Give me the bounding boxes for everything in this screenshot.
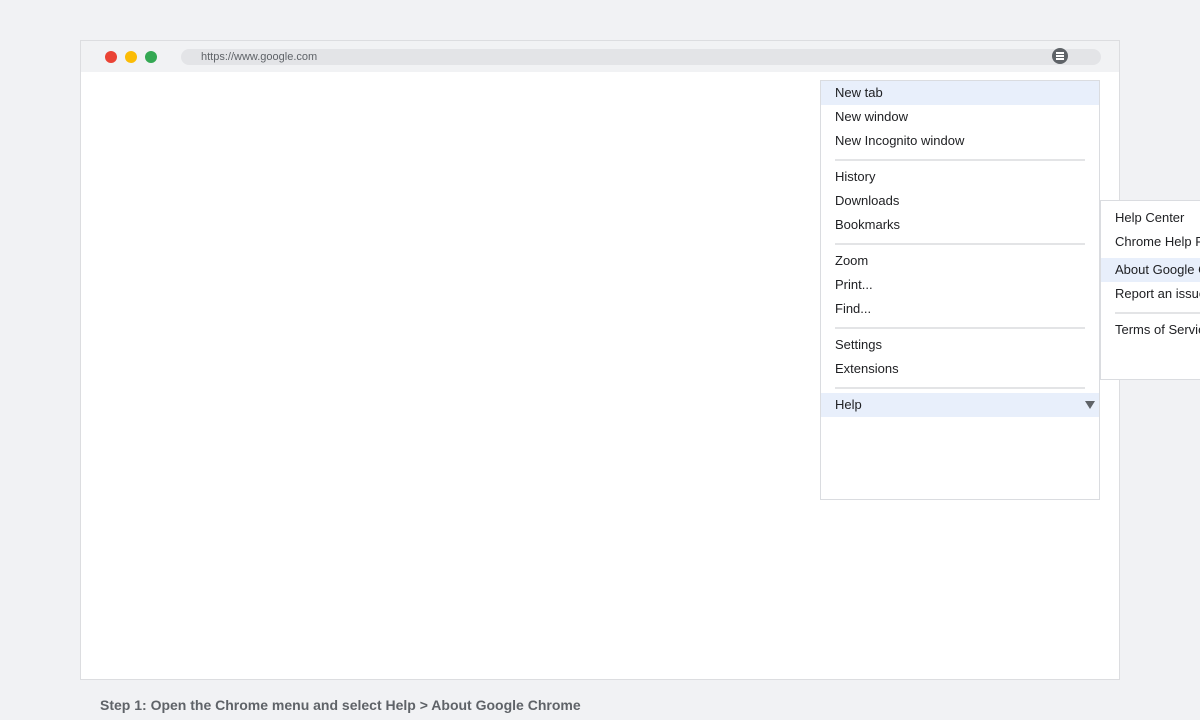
- submenu-item-label: Report an issue: [1115, 286, 1200, 301]
- menu-item-label: Extensions: [835, 361, 899, 376]
- page: https://www.google.com New tab New windo…: [0, 0, 1200, 720]
- menu-item-help[interactable]: Help: [821, 393, 1099, 417]
- menu-item-label: Find...: [835, 301, 872, 316]
- menu-item-label: New tab: [835, 85, 883, 100]
- menu-item-settings[interactable]: Settings: [821, 333, 1099, 357]
- menu-item-zoom[interactable]: Zoom: [821, 249, 1099, 273]
- submenu-item-report-an-issue[interactable]: Report an issue: [1101, 282, 1200, 306]
- menu-item-new-window[interactable]: New window: [821, 105, 1099, 129]
- submenu-item-chrome-help-forum[interactable]: Chrome Help Forum: [1101, 230, 1200, 254]
- maximize-window-button[interactable]: [145, 51, 157, 63]
- address-url: https://www.google.com: [201, 51, 318, 63]
- chrome-menu: New tab New window New Incognito window …: [820, 80, 1100, 500]
- submenu-item-label: Chrome Help Forum: [1115, 234, 1200, 249]
- menu-item-label: Zoom: [835, 253, 869, 268]
- menu-separator: [835, 387, 1085, 389]
- menu-item-label: History: [835, 169, 876, 184]
- help-submenu: Help Center Chrome Help Forum About Goog…: [1100, 200, 1200, 380]
- chrome-menu-icon[interactable]: [1052, 48, 1068, 64]
- address-bar[interactable]: https://www.google.com: [181, 49, 1101, 65]
- menu-icon-line: [1056, 52, 1064, 54]
- menu-item-print[interactable]: Print...: [821, 273, 1099, 297]
- step-caption: Step 1: Open the Chrome menu and select …: [100, 697, 581, 713]
- menu-item-label: Settings: [835, 337, 882, 352]
- menu-item-find[interactable]: Find...: [821, 297, 1099, 321]
- menu-icon-line: [1056, 58, 1064, 60]
- menu-item-label: Downloads: [835, 193, 900, 208]
- menu-item-extensions[interactable]: Extensions: [821, 357, 1099, 381]
- menu-separator: [835, 327, 1085, 329]
- menu-item-label: New Incognito window: [835, 133, 965, 148]
- menu-item-downloads[interactable]: Downloads: [821, 189, 1099, 213]
- menu-item-new-incognito-window[interactable]: New Incognito window: [821, 129, 1099, 153]
- minimize-window-button[interactable]: [125, 51, 137, 63]
- close-window-button[interactable]: [105, 51, 117, 63]
- submenu-item-help-center[interactable]: Help Center: [1101, 206, 1200, 230]
- menu-item-label: Bookmarks: [835, 217, 901, 232]
- title-bar: https://www.google.com: [81, 41, 1119, 72]
- submenu-item-label: Terms of Service: [1115, 322, 1200, 337]
- submenu-item-label: About Google Chrome: [1115, 262, 1200, 277]
- menu-item-history[interactable]: History: [821, 165, 1099, 189]
- menu-icon-line: [1056, 55, 1064, 57]
- menu-separator: [835, 159, 1085, 161]
- submenu-item-about-google-chrome[interactable]: About Google Chrome: [1101, 258, 1200, 282]
- menu-item-bookmarks[interactable]: Bookmarks: [821, 213, 1099, 237]
- submenu-separator: [1115, 312, 1200, 314]
- menu-item-label: New window: [835, 109, 908, 124]
- submenu-item-label: Help Center: [1115, 210, 1185, 225]
- submenu-item-terms-of-service[interactable]: Terms of Service: [1101, 318, 1200, 342]
- menu-separator: [835, 243, 1085, 245]
- menu-item-new-tab[interactable]: New tab: [821, 81, 1099, 105]
- triangle-down-icon: [1085, 401, 1095, 409]
- menu-item-label: Print...: [835, 277, 873, 292]
- menu-item-label: Help: [835, 397, 862, 412]
